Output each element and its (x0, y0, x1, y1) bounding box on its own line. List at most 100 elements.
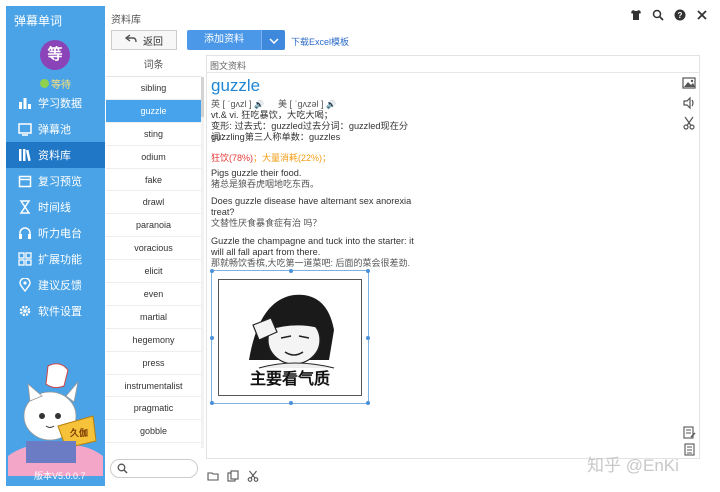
phonetic-us[interactable]: 美 [ ˈɡʌzəl ] 🔊 (278, 97, 336, 110)
close-icon[interactable] (696, 9, 708, 21)
tab-image-text[interactable]: 图文资料 (210, 59, 246, 72)
word-list-item[interactable]: odium (106, 146, 201, 169)
example-en: Pigs guzzle their food. (211, 168, 302, 178)
sidebar-item-label: 复习预览 (38, 176, 82, 188)
word-list-item[interactable]: sting (106, 123, 201, 146)
word-list-item[interactable]: elicit (106, 260, 201, 284)
sidebar-item-study-data[interactable]: 学习数据 (6, 90, 105, 116)
resize-handle[interactable] (289, 401, 293, 405)
watermark: 知乎 @EnKi (587, 456, 679, 475)
window-controls: ? (630, 9, 708, 21)
location-icon (18, 277, 32, 293)
sidebar-item-library[interactable]: 资料库 (6, 142, 105, 168)
word-list-item[interactable]: instrumentalist (106, 375, 201, 398)
user-level: 等待 (40, 76, 71, 91)
example-sentence: Does guzzle disease have alternant sex a… (211, 196, 421, 229)
edit-document-icon[interactable] (683, 426, 696, 439)
resize-handle[interactable] (210, 401, 214, 405)
copy-icon[interactable] (227, 470, 239, 482)
example-en: Does guzzle disease have alternant sex a… (211, 196, 412, 217)
sidebar-item-label: 弹幕池 (38, 124, 71, 136)
selected-image[interactable]: 主要看气质 (210, 269, 370, 405)
resize-handle[interactable] (210, 336, 214, 340)
headword: guzzle (211, 76, 261, 95)
grid-icon (18, 252, 32, 266)
download-excel-template-link[interactable]: 下载Excel模板 (291, 35, 349, 48)
avatar[interactable]: 等 (40, 40, 70, 70)
word-list-item[interactable]: hegemony (106, 329, 201, 352)
frequency-secondary: ；大量消耗(22%)； (253, 153, 332, 163)
example-sentence: Guzzle the champagne and tuck into the s… (211, 236, 421, 269)
sidebar-item-settings[interactable]: 软件设置 (6, 298, 105, 324)
search-icon (117, 463, 128, 474)
mascot-illustration: 久伽 (8, 363, 103, 476)
word-list-item[interactable]: pragmatic (106, 397, 201, 421)
word-list-item[interactable]: drawl (106, 191, 201, 215)
sidebar-item-extensions[interactable]: 扩展功能 (6, 246, 105, 272)
sidebar-item-label: 听力电台 (38, 228, 82, 240)
sidebar-item-label: 软件设置 (38, 306, 82, 318)
example-cn: 文替性厌食暴食症有治 吗？ (211, 218, 322, 228)
folder-icon[interactable] (207, 470, 219, 482)
sidebar-item-danmaku-pool[interactable]: 弹幕池 (6, 116, 105, 142)
add-material-button[interactable]: 添加资料 (187, 30, 261, 50)
scissors-icon[interactable] (247, 470, 259, 482)
svg-text:久伽: 久伽 (70, 427, 88, 438)
word-list-item[interactable]: press (106, 352, 201, 375)
back-button[interactable]: 返回 (111, 30, 177, 50)
back-button-label: 返回 (143, 36, 163, 48)
headphones-icon (18, 226, 32, 240)
version-label: 版本V5.0.0.7 (34, 471, 86, 481)
sidebar-item-timeline[interactable]: 时间线 (6, 194, 105, 220)
shirt-icon[interactable] (630, 9, 642, 21)
example-cn: 那就畅饮香槟,大吃第一道菜吧: 后面的菜会很差劲. (211, 258, 411, 268)
word-list-item[interactable]: fake (106, 169, 201, 192)
content-side-toolbar (682, 76, 696, 130)
phonetic-us-text: 美 [ ˈɡʌzəl ] (278, 99, 324, 109)
wordlist-header: 词条 (106, 55, 201, 77)
level-label: 等待 (51, 80, 71, 91)
top-bar: 资料库 ? (105, 6, 714, 26)
word-list-item[interactable]: even (106, 283, 201, 306)
search-icon[interactable] (652, 9, 664, 21)
sidebar-item-label: 资料库 (38, 150, 71, 162)
word-list-item[interactable]: gobble (106, 420, 201, 444)
phonetic-uk-text: 英 [ ˈɡʌzl ] (211, 99, 252, 109)
help-icon[interactable]: ? (674, 9, 686, 21)
sidebar-item-label: 扩展功能 (38, 254, 82, 266)
phonetic-uk[interactable]: 英 [ ˈɡʌzl ] 🔊 (211, 97, 264, 110)
sidebar-item-review[interactable]: 复习预览 (6, 168, 105, 194)
resize-handle[interactable] (366, 336, 370, 340)
wordlist-scrollbar[interactable] (201, 77, 204, 448)
resize-handle[interactable] (289, 269, 293, 273)
image-icon[interactable] (682, 76, 696, 90)
back-arrow-icon (124, 33, 137, 47)
resize-handle[interactable] (366, 269, 370, 273)
word-search-input[interactable] (110, 459, 198, 478)
word-list-item[interactable]: martial (106, 306, 201, 329)
sidebar-item-label: 时间线 (38, 202, 71, 214)
speaker-icon[interactable] (682, 96, 696, 110)
resize-handle[interactable] (210, 269, 214, 273)
word-list-item[interactable]: sibling (106, 77, 201, 100)
screen-icon (18, 122, 32, 136)
level-icon (40, 79, 49, 88)
scissors-icon[interactable] (682, 116, 696, 130)
word-list-item[interactable]: voracious (106, 237, 201, 261)
phonetics: 英 [ ˈɡʌzl ] 🔊 美 [ ˈɡʌzəl ] 🔊 (211, 97, 336, 110)
wordlist-scroll-thumb[interactable] (201, 77, 204, 117)
meme-caption: 主要看气质 (249, 369, 330, 388)
sidebar-item-radio[interactable]: 听力电台 (6, 220, 105, 246)
sidebar-item-feedback[interactable]: 建议反馈 (6, 272, 105, 298)
content-bottom-toolbar (207, 470, 259, 482)
sidebar-item-label: 建议反馈 (38, 280, 82, 292)
word-list-item[interactable]: paranoia (106, 214, 201, 238)
meme-image: 主要看气质 (218, 279, 362, 396)
document-icon[interactable] (683, 443, 696, 456)
breadcrumb: 资料库 (111, 15, 141, 26)
word-list-item-selected[interactable]: guzzle (106, 99, 201, 123)
resize-handle[interactable] (366, 401, 370, 405)
sidebar-nav: 学习数据 弹幕池 资料库 复习预览 时间线 听力电台 扩展功能 建议反馈 软件设… (6, 90, 105, 324)
tab-divider (206, 72, 700, 73)
add-material-dropdown[interactable] (261, 30, 285, 50)
